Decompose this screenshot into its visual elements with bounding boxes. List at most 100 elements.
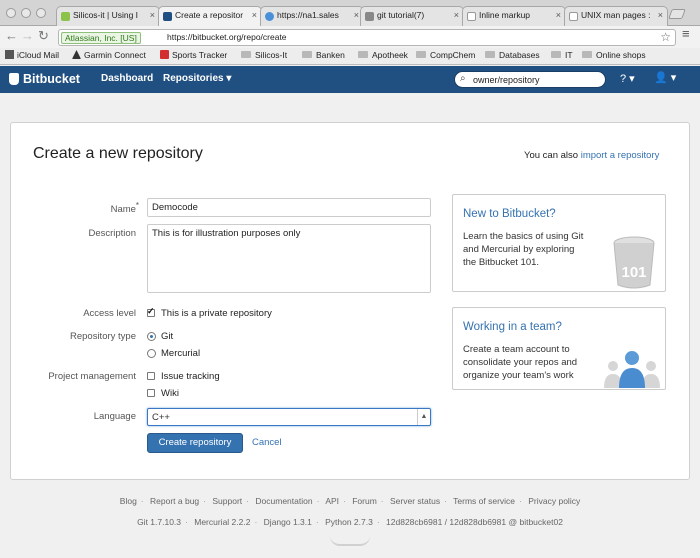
wiki-label: Wiki bbox=[161, 388, 179, 399]
ev-certificate-badge[interactable]: Atlassian, Inc. [US] bbox=[61, 32, 141, 44]
version-python: Python 2.7.3 bbox=[325, 517, 373, 527]
nav-dashboard[interactable]: Dashboard bbox=[101, 73, 153, 84]
working-in-team-text: Create a team account to consolidate you… bbox=[463, 344, 578, 381]
bookmark-folder-banken[interactable]: Banken bbox=[302, 50, 345, 60]
address-bar[interactable]: Atlassian, Inc. [US] https://bitbucket.o… bbox=[58, 29, 676, 46]
description-field[interactable]: This is for illustration purposes only bbox=[147, 224, 431, 293]
new-to-bitbucket-title[interactable]: New to Bitbucket? bbox=[463, 208, 556, 220]
tab-close-icon[interactable]: × bbox=[556, 10, 561, 20]
bookmark-folder-databases[interactable]: Databases bbox=[485, 50, 540, 60]
bookmark-sports-tracker[interactable]: Sports Tracker bbox=[160, 50, 227, 60]
browser-tab[interactable]: Silicos-it | Using I × bbox=[56, 6, 160, 26]
bookmark-folder-silicos-it[interactable]: Silicos-It bbox=[241, 50, 287, 60]
svg-text:101: 101 bbox=[621, 264, 646, 281]
tab-close-icon[interactable]: × bbox=[150, 10, 155, 20]
browser-tab-active[interactable]: Create a repositor × bbox=[158, 6, 262, 27]
tab-favicon-icon bbox=[61, 12, 70, 21]
bookmark-icloud-mail[interactable]: iCloud Mail bbox=[5, 50, 59, 60]
folder-icon bbox=[358, 51, 368, 58]
cancel-link[interactable]: Cancel bbox=[252, 437, 282, 448]
create-repository-button[interactable]: Create repository bbox=[147, 433, 243, 453]
working-in-team-box: Working in a team? Create a team account… bbox=[452, 307, 666, 390]
browser-tab[interactable]: https://na1.sales × bbox=[260, 6, 364, 26]
wiki-checkbox[interactable] bbox=[147, 389, 155, 397]
bookmark-garmin-connect[interactable]: Garmin Connect bbox=[72, 50, 146, 60]
new-tab-button[interactable] bbox=[668, 9, 686, 19]
private-repository-label: This is a private repository bbox=[161, 308, 272, 319]
footer-link-support[interactable]: Support bbox=[212, 496, 242, 506]
git-label: Git bbox=[161, 331, 174, 342]
language-label: Language bbox=[93, 411, 136, 422]
tab-close-icon[interactable]: × bbox=[354, 10, 359, 20]
footer-link-server-status[interactable]: Server status bbox=[390, 496, 440, 506]
mercurial-label: Mercurial bbox=[161, 348, 201, 359]
version-git: Git 1.7.10.3 bbox=[137, 517, 182, 527]
tab-favicon-icon bbox=[163, 12, 172, 21]
description-label: Description bbox=[88, 228, 136, 239]
minimize-window-icon[interactable] bbox=[21, 8, 31, 18]
tab-favicon-icon bbox=[365, 12, 374, 21]
folder-icon bbox=[551, 51, 561, 58]
folder-icon bbox=[416, 51, 426, 58]
apple-icon bbox=[5, 50, 14, 59]
footer-bucket-icon bbox=[330, 536, 370, 546]
bookmark-folder-apotheek[interactable]: Apotheek bbox=[358, 50, 408, 60]
create-repository-panel: Create a new repository You can also imp… bbox=[10, 122, 690, 480]
team-people-icon bbox=[604, 351, 660, 388]
browser-tab[interactable]: UNIX man pages : × bbox=[564, 6, 668, 26]
page-title: Create a new repository bbox=[33, 145, 203, 162]
bookmark-folder-compchem[interactable]: CompChem bbox=[416, 50, 475, 60]
repository-type-label: Repository type bbox=[69, 331, 136, 342]
project-management-label: Project management bbox=[48, 371, 136, 382]
search-icon: ⌕ bbox=[460, 73, 466, 84]
tab-favicon-icon bbox=[569, 12, 578, 21]
browser-tab[interactable]: git tutorial(7) × bbox=[360, 6, 464, 26]
mercurial-radio[interactable] bbox=[147, 349, 156, 358]
zoom-window-icon[interactable] bbox=[36, 8, 46, 18]
folder-icon bbox=[302, 51, 312, 58]
bucket-101-icon: 101 bbox=[613, 236, 655, 289]
issue-tracking-checkbox[interactable] bbox=[147, 372, 155, 380]
bookmark-folder-online-shops[interactable]: Online shops bbox=[582, 50, 646, 60]
nav-repositories[interactable]: Repositories ▾ bbox=[163, 73, 231, 84]
tab-close-icon[interactable]: × bbox=[658, 10, 663, 20]
name-field[interactable]: Democode bbox=[147, 198, 431, 217]
bookmark-folder-it[interactable]: IT bbox=[551, 50, 573, 60]
language-select[interactable]: C++ ▲ bbox=[147, 408, 431, 426]
new-to-bitbucket-text: Learn the basics of using Git and Mercur… bbox=[463, 231, 584, 268]
tab-favicon-icon bbox=[467, 12, 476, 21]
user-avatar-menu[interactable]: 👤 ▾ bbox=[654, 71, 676, 84]
footer-links: Blog · Report a bug · Support · Documentati… bbox=[119, 496, 581, 506]
footer-link-api[interactable]: API bbox=[325, 496, 339, 506]
footer-link-forum[interactable]: Forum bbox=[352, 496, 377, 506]
bookmark-star-icon[interactable]: ☆ bbox=[660, 30, 671, 44]
browser-tab[interactable]: Inline markup × bbox=[462, 6, 566, 26]
access-level-label: Access level bbox=[83, 308, 136, 319]
name-label: Name* bbox=[110, 201, 139, 216]
back-arrow-icon[interactable]: ← bbox=[5, 29, 18, 43]
search-input[interactable]: ⌕ owner/repository bbox=[454, 71, 606, 88]
garmin-icon bbox=[72, 50, 81, 59]
new-to-bitbucket-box: New to Bitbucket? Learn the basics of us… bbox=[452, 194, 666, 292]
forward-arrow-icon[interactable]: → bbox=[21, 29, 34, 43]
footer-versions: Git 1.7.10.3 · Mercurial 2.2.2 · Django 1.… bbox=[137, 517, 563, 527]
footer-link-report-bug[interactable]: Report a bug bbox=[150, 496, 199, 506]
footer-link-blog[interactable]: Blog bbox=[120, 496, 137, 506]
bitbucket-header: Bitbucket Dashboard Repositories ▾ ⌕ own… bbox=[0, 66, 700, 93]
close-window-icon[interactable] bbox=[6, 8, 16, 18]
browser-menu-icon[interactable]: ≡ bbox=[682, 26, 690, 41]
footer-link-terms[interactable]: Terms of service bbox=[453, 496, 515, 506]
bitbucket-logo[interactable]: Bitbucket bbox=[9, 72, 80, 86]
url-text[interactable]: https://bitbucket.org/repo/create bbox=[167, 32, 287, 42]
working-in-team-title[interactable]: Working in a team? bbox=[463, 321, 562, 333]
help-menu-button[interactable]: ? ▾ bbox=[620, 72, 635, 85]
import-repository-link[interactable]: import a repository bbox=[581, 150, 660, 161]
private-repository-checkbox[interactable] bbox=[147, 306, 155, 317]
git-radio[interactable] bbox=[147, 332, 156, 341]
reload-icon[interactable]: ↻ bbox=[38, 29, 49, 43]
footer-link-documentation[interactable]: Documentation bbox=[255, 496, 312, 506]
folder-icon bbox=[582, 51, 592, 58]
tab-close-icon[interactable]: × bbox=[454, 10, 459, 20]
tab-close-icon[interactable]: × bbox=[252, 10, 257, 20]
footer-link-privacy[interactable]: Privacy policy bbox=[528, 496, 580, 506]
